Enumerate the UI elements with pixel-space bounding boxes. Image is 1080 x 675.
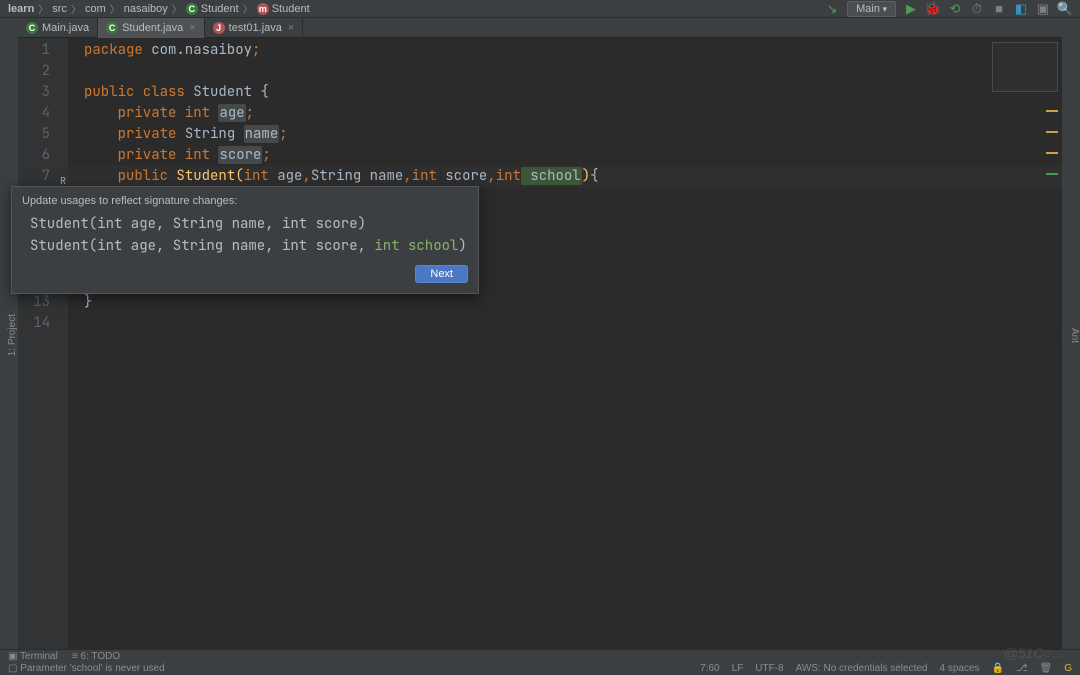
signature-change-popup: Update usages to reflect signature chang… bbox=[11, 186, 479, 294]
g-icon[interactable]: G bbox=[1064, 663, 1072, 674]
trash-icon[interactable]: 🗑 bbox=[1040, 663, 1053, 674]
line-ending[interactable]: LF bbox=[732, 663, 744, 674]
tab-test01[interactable]: J test01.java × bbox=[205, 18, 304, 38]
hint-marker[interactable] bbox=[1046, 173, 1058, 175]
next-button[interactable]: Next bbox=[415, 265, 468, 283]
class-icon: C bbox=[106, 22, 118, 34]
class-icon: J bbox=[213, 22, 225, 34]
search-icon[interactable]: 🔍 bbox=[1058, 2, 1072, 16]
hammer-icon[interactable]: ↘ bbox=[825, 2, 839, 16]
close-icon[interactable]: × bbox=[288, 22, 294, 34]
editor-tabs: C Main.java C Student.java × J test01.ja… bbox=[18, 18, 1062, 38]
breadcrumb: learn 〉 src 〉 com 〉 nasaiboy 〉 C Student… bbox=[8, 1, 825, 16]
warning-marker[interactable] bbox=[1046, 152, 1058, 154]
warning-marker[interactable] bbox=[1046, 110, 1058, 112]
terminal-tool[interactable]: ▣ Terminal bbox=[8, 651, 58, 662]
status-message: ▢ Parameter 'school' is never used bbox=[8, 663, 165, 674]
code-editor[interactable]: 1 2 3 4 5 6 7R 13 14 package com.nasaibo… bbox=[18, 38, 1062, 649]
stop-icon[interactable]: ■ bbox=[992, 2, 1006, 16]
lock-icon[interactable]: 🔒 bbox=[992, 663, 1004, 674]
indent-info[interactable]: 4 spaces bbox=[940, 663, 980, 674]
tab-main[interactable]: C Main.java bbox=[18, 18, 98, 38]
class-icon: C bbox=[186, 3, 198, 15]
signature-new: Student(int age, String name, int score,… bbox=[22, 237, 468, 255]
tool-window-icon[interactable]: ▣ bbox=[1036, 2, 1050, 16]
run-icon[interactable]: ▶ bbox=[904, 2, 918, 16]
right-tool-rail: Ant Database Word Book bbox=[1062, 18, 1080, 649]
class-icon: C bbox=[26, 22, 38, 34]
method-icon: m bbox=[257, 3, 269, 15]
project-tool[interactable]: 1: Project bbox=[7, 310, 18, 360]
git-icon[interactable]: ◧ bbox=[1014, 2, 1028, 16]
tab-student[interactable]: C Student.java × bbox=[98, 18, 205, 38]
ant-tool[interactable]: Ant bbox=[1069, 324, 1080, 347]
structure-tool[interactable]: 7: Structure bbox=[0, 306, 1, 366]
line-gutter: 1 2 3 4 5 6 7R 13 14 bbox=[18, 38, 68, 649]
popup-title: Update usages to reflect signature chang… bbox=[22, 195, 468, 207]
minimap[interactable] bbox=[992, 42, 1058, 92]
cursor-position[interactable]: 7:60 bbox=[700, 663, 719, 674]
todo-tool[interactable]: ≡ 6: TODO bbox=[72, 651, 120, 662]
git-icon[interactable]: ⎇ bbox=[1016, 663, 1028, 674]
coverage-icon[interactable]: ⟲ bbox=[948, 2, 962, 16]
debug-icon[interactable]: 🐞 bbox=[926, 2, 940, 16]
warning-marker[interactable] bbox=[1046, 131, 1058, 133]
file-encoding[interactable]: UTF-8 bbox=[755, 663, 783, 674]
profiler-icon[interactable]: ⏱ bbox=[970, 2, 984, 16]
status-bar: ▢ Parameter 'school' is never used 7:60 … bbox=[0, 662, 1080, 675]
aws-status[interactable]: AWS: No credentials selected bbox=[796, 663, 928, 674]
signature-old: Student(int age, String name, int score) bbox=[22, 215, 468, 233]
run-config-selector[interactable]: Main bbox=[847, 1, 896, 17]
left-tool-rail: 1: Project 7: Structure 2: Favorites AWS… bbox=[0, 18, 18, 649]
close-icon[interactable]: × bbox=[189, 22, 195, 34]
